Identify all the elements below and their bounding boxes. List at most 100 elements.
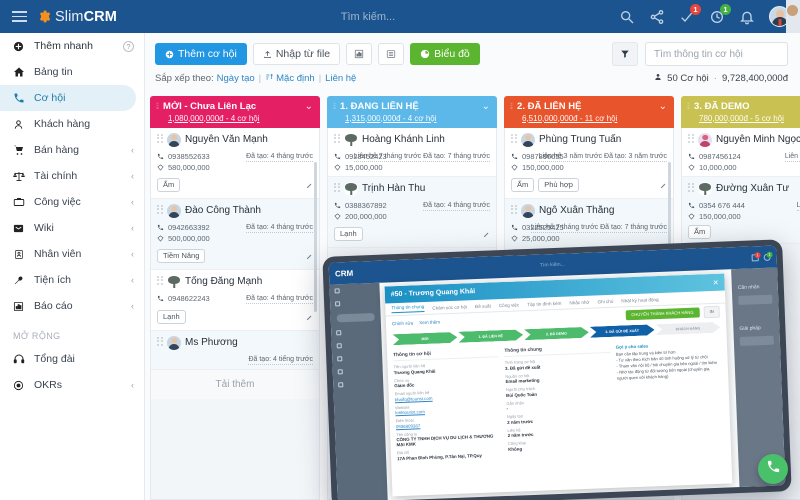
device-search-input[interactable]: Tìm kiếm... (358, 255, 747, 276)
kanban-card[interactable]: Phùng Trung Tuấn 0987896655 150,000,000 … (505, 127, 673, 199)
drag-handle-icon[interactable] (157, 133, 163, 146)
edit-icon[interactable] (306, 308, 313, 326)
tab-cham-soc-co-hoi[interactable]: Chăm sóc cơ hội (432, 304, 467, 310)
diagram-button[interactable]: Biểu đồ (410, 43, 480, 65)
tab-nhac-nho[interactable]: Nhắc nhở (569, 299, 589, 305)
drag-handle-icon[interactable]: ⦙⦙ (687, 101, 690, 112)
sidebar-item-bao-cao[interactable]: Báo cáo ‹ (0, 293, 144, 319)
load-more-button[interactable]: Tải thêm (151, 369, 319, 399)
pipeline-step-moi[interactable]: MỚI (392, 332, 457, 345)
list-icon[interactable] (378, 43, 405, 65)
card-tag[interactable]: Lạnh (334, 226, 363, 241)
sidebar-item-co-hoi[interactable]: Cơ hội (0, 85, 136, 111)
device-sidebar-item[interactable] (330, 296, 380, 311)
tab-thong-tin-chung[interactable]: Thông tin chung (391, 304, 425, 314)
card-tag[interactable]: Lạnh (157, 309, 186, 324)
sidebar-item-okrs[interactable]: OKRs ‹ (0, 372, 144, 398)
search-icon[interactable] (619, 9, 635, 25)
drag-handle-icon[interactable] (511, 204, 517, 217)
drag-handle-icon[interactable] (157, 336, 163, 349)
drag-handle-icon[interactable] (688, 182, 694, 195)
close-icon[interactable]: ✕ (713, 278, 719, 286)
funnel-icon[interactable] (612, 42, 638, 66)
menu-icon[interactable] (8, 11, 34, 22)
edit-icon[interactable] (483, 225, 490, 243)
mail-icon[interactable]: 1 (751, 251, 761, 261)
clock-icon[interactable]: 1 (763, 251, 773, 261)
device-sidebar-item[interactable] (333, 377, 383, 392)
convert-to-customer-button[interactable]: CHUYỂN THÀNH KHÁCH HÀNG (625, 306, 700, 320)
pipeline-step-da-demo[interactable]: 2. ĐÃ DEMO (524, 327, 589, 340)
kanban-card[interactable]: Đào Công Thành 0942663392 500,000,000 Đã… (151, 198, 319, 270)
check-icon[interactable]: 1 (679, 3, 701, 25)
column-header[interactable]: ⦙⦙ 3. ĐÃ DEMO 780,000,000đ - 5 cơ hội (681, 96, 800, 128)
drag-handle-icon[interactable] (511, 133, 517, 146)
clock-icon[interactable]: 1 (709, 3, 731, 25)
device-sidebar-active[interactable] (336, 312, 375, 323)
drag-handle-icon[interactable]: ⦙⦙ (156, 101, 159, 112)
card-tag[interactable]: Phù hợp (538, 177, 579, 192)
edit-link[interactable]: Chỉnh sửa (392, 320, 413, 326)
card-tag[interactable]: Ấm (688, 224, 712, 239)
chevron-down-icon[interactable]: ⌄ (305, 101, 313, 112)
edit-icon[interactable] (306, 247, 313, 265)
drag-handle-icon[interactable] (688, 133, 694, 146)
drag-handle-icon[interactable] (334, 133, 340, 146)
kanban-card[interactable]: Trịnh Hàn Thu 0388367892 200,000,000 Đã … (328, 176, 496, 248)
add-opportunity-button[interactable]: Thêm cơ hội (155, 43, 247, 65)
chevron-down-icon[interactable]: ⌄ (482, 101, 490, 112)
global-search-input[interactable]: Tìm kiếm... (117, 11, 619, 23)
card-tag[interactable]: Ấm (511, 177, 535, 192)
edit-icon[interactable] (660, 176, 667, 194)
bar-chart-icon[interactable] (346, 43, 373, 65)
tab-nhat-ky-hoat-dong[interactable]: Nhật ký hoạt động (621, 297, 658, 303)
tab-de-xuat[interactable]: Đề xuất (475, 303, 491, 309)
more-link[interactable]: Xem thêm (419, 319, 440, 325)
call-fab-button[interactable] (758, 454, 788, 484)
tab-cong-viec[interactable]: Công việc (499, 302, 520, 308)
sidebar-item-cong-viec[interactable]: Công việc ‹ (0, 189, 144, 215)
column-header[interactable]: ⦙⦙ MỚI - Chưa Liên Lạc ⌄ 1,080,000,000đ … (150, 96, 320, 128)
pipeline-step-da-lien-he[interactable]: 1. ĐÃ LIÊN HỆ (458, 329, 523, 342)
tab-tap-tin-dinh-kem[interactable]: Tập tin đính kèm (527, 300, 561, 306)
sidebar-item-bang-tin[interactable]: Bảng tin (0, 59, 144, 85)
column-header[interactable]: ⦙⦙ 2. ĐÃ LIÊN HỆ ⌄ 6,510,000,000đ - 11 c… (504, 96, 674, 128)
kanban-card[interactable]: Đường Xuân Tư 0354 676 444 150,000,000 L… (682, 176, 800, 244)
pipeline-step-khach-hang[interactable]: KHÁCH HÀNG (655, 322, 720, 335)
sidebar-item-tien-ich[interactable]: Tiện ích ‹ (0, 267, 144, 293)
kanban-card[interactable]: Nguyễn Minh Ngọc 0987456124 10,000,000 L… (682, 127, 800, 177)
sort-option-ngay-tao[interactable]: Ngày tạo (217, 73, 255, 84)
column-scrollbar[interactable] (314, 161, 317, 312)
sidebar-item-khach-hang[interactable]: Khách hàng (0, 111, 144, 137)
drag-handle-icon[interactable]: ⦙⦙ (333, 101, 336, 112)
search-input[interactable]: Tìm thông tin cơ hội (645, 42, 788, 66)
sidebar-item-wiki[interactable]: Wiki ‹ (0, 215, 144, 241)
kanban-card[interactable]: Ms Phương Đã tạo: 4 tiếng trước (151, 330, 319, 370)
column-header[interactable]: ⦙⦙ 1. ĐANG LIÊN HỆ ⌄ 1,315,000,000đ - 4 … (327, 96, 497, 128)
sidebar-item-ban-hang[interactable]: Bán hàng ‹ (0, 137, 144, 163)
kanban-card[interactable]: Nguyễn Văn Mạnh 0938552633 580,000,000 Đ… (151, 127, 319, 199)
edit-icon[interactable] (306, 176, 313, 194)
import-file-button[interactable]: Nhập từ file (252, 43, 341, 65)
sidebar-item-them-nhanh[interactable]: Thêm nhanh ? (0, 33, 144, 59)
chevron-down-icon[interactable]: ⌄ (659, 101, 667, 112)
print-button[interactable]: IN (703, 305, 720, 318)
sidebar-item-nhan-vien[interactable]: Nhân viên ‹ (0, 241, 144, 267)
card-tag[interactable]: Ấm (157, 177, 181, 192)
kanban-card[interactable]: Hoàng Khánh Linh 0923452423 15,000,000 L… (328, 127, 496, 177)
sidebar-item-tong-dai[interactable]: Tổng đài (0, 346, 144, 372)
help-icon[interactable]: ? (123, 40, 134, 52)
kanban-card[interactable]: Tống Đăng Mạnh 0948622243 Đã tạo: 4 thán… (151, 269, 319, 331)
sort-option-lien-he[interactable]: Liên hệ (325, 73, 356, 84)
sort-option-mac-dinh[interactable]: Mặc định (276, 73, 315, 84)
pipeline-step-da-gui-de-xuat[interactable]: 3. ĐÃ GỬI ĐỀ XUẤT (590, 324, 655, 337)
drag-handle-icon[interactable] (157, 204, 163, 217)
drag-handle-icon[interactable] (157, 275, 163, 288)
drag-handle-icon[interactable] (334, 182, 340, 195)
bell-icon[interactable] (739, 9, 755, 25)
share-icon[interactable] (649, 9, 665, 25)
card-tag[interactable]: Tiềm Năng (157, 248, 206, 263)
sidebar-item-tai-chinh[interactable]: Tài chính ‹ (0, 163, 144, 189)
tab-ghi-chu[interactable]: Ghi chú (597, 298, 613, 304)
drag-handle-icon[interactable]: ⦙⦙ (510, 101, 513, 112)
